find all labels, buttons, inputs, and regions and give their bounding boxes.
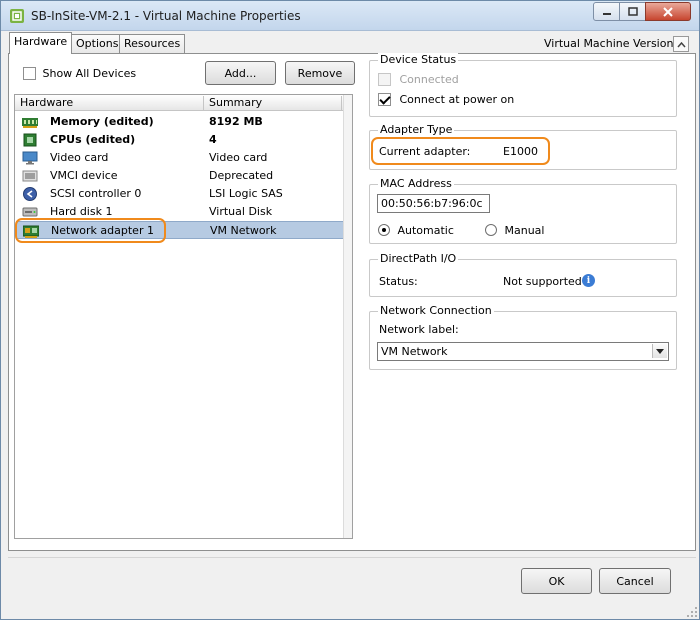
connect-at-power-on-label: Connect at power on (399, 92, 515, 106)
row-summary: Virtual Disk (209, 205, 273, 218)
row-hardware-name: SCSI controller 0 (50, 187, 142, 200)
minimize-icon (602, 12, 611, 15)
connect-at-power-on-option[interactable]: Connect at power on (378, 92, 514, 106)
network-label-value: VM Network (381, 345, 448, 358)
mac-address-title: MAC Address (378, 177, 454, 190)
resize-grip-icon[interactable] (686, 606, 698, 618)
directpath-group: DirectPath I/O Status: Not supported i (369, 252, 677, 297)
collapse-button[interactable] (673, 36, 689, 52)
mac-manual-option[interactable]: Manual (485, 223, 544, 237)
vm-version-label: Virtual Machine Version: 9 (544, 37, 688, 50)
mac-automatic-radio[interactable] (378, 224, 390, 236)
vsphere-logo-icon (10, 9, 24, 23)
row-hardware-name: Video card (50, 151, 109, 164)
cancel-button[interactable]: Cancel (599, 568, 671, 594)
network-label-select[interactable]: VM Network (377, 342, 669, 361)
memory-icon (22, 118, 38, 128)
network-connection-group: Network Connection Network label: VM Net… (369, 304, 677, 370)
table-row-video-card[interactable]: Video card Video card (16, 149, 343, 167)
monitor-icon (22, 151, 38, 165)
table-row-cpus[interactable]: CPUs (edited) 4 (16, 131, 343, 149)
window-title: SB-InSite-VM-2.1 - Virtual Machine Prope… (31, 9, 301, 23)
adapter-type-highlight (371, 137, 550, 165)
maximize-icon (627, 7, 638, 16)
tab-resources[interactable]: Resources (119, 34, 186, 53)
row-hardware-name: CPUs (edited) (50, 133, 136, 146)
vmci-device-icon (22, 170, 38, 182)
table-scrollbar[interactable] (343, 95, 352, 538)
mac-address-field[interactable]: 00:50:56:b7:96:0c (377, 194, 490, 213)
close-icon (663, 6, 673, 17)
row-summary: LSI Logic SAS (209, 187, 283, 200)
table-row-scsi-controller[interactable]: SCSI controller 0 LSI Logic SAS (16, 185, 343, 203)
chevron-down-icon (656, 348, 664, 354)
row-hardware-name: Memory (edited) (50, 115, 154, 128)
connected-option[interactable]: Connected (378, 72, 459, 86)
mac-automatic-label: Automatic (397, 223, 454, 237)
dropdown-arrow[interactable] (652, 344, 667, 358)
remove-button[interactable]: Remove (285, 61, 355, 85)
add-button[interactable]: Add... (205, 61, 276, 85)
adapter-type-title: Adapter Type (378, 123, 455, 136)
directpath-title: DirectPath I/O (378, 252, 459, 265)
device-status-group: Device Status Connected Connect at power… (369, 53, 677, 117)
hard-disk-icon (22, 207, 38, 217)
connect-at-power-on-checkbox[interactable] (378, 92, 391, 106)
scsi-controller-icon (23, 187, 37, 201)
footer-separator (8, 557, 696, 558)
mac-manual-label: Manual (504, 223, 545, 237)
maximize-button[interactable] (619, 2, 646, 21)
cpu-icon (23, 133, 37, 147)
connected-checkbox[interactable] (378, 72, 391, 86)
show-all-devices-checkbox[interactable] (23, 66, 36, 80)
network-connection-title: Network Connection (378, 304, 494, 317)
table-row-memory[interactable]: Memory (edited) 8192 MB (16, 113, 343, 131)
device-status-title: Device Status (378, 53, 459, 66)
column-header-summary[interactable]: Summary (204, 96, 342, 111)
directpath-status-value: Not supported (503, 275, 582, 288)
close-button[interactable] (645, 2, 691, 21)
tab-options[interactable]: Options (71, 34, 124, 53)
tab-hardware[interactable]: Hardware (9, 32, 73, 54)
row-summary: Deprecated (209, 169, 274, 182)
mac-address-group: MAC Address 00:50:56:b7:96:0c Automatic … (369, 177, 677, 244)
ok-button[interactable]: OK (521, 568, 592, 594)
row-summary: 4 (209, 133, 217, 146)
mac-manual-radio[interactable] (485, 224, 497, 236)
hardware-table: Hardware Summary Memory (edited) 8192 MB… (14, 94, 353, 539)
properties-window: SB-InSite-VM-2.1 - Virtual Machine Prope… (0, 0, 700, 620)
row-summary: VM Network (210, 224, 277, 237)
minimize-button[interactable] (593, 2, 620, 21)
chevron-up-icon (676, 41, 686, 47)
column-header-hardware[interactable]: Hardware (15, 96, 204, 111)
mac-automatic-option[interactable]: Automatic (378, 223, 454, 237)
directpath-status-label: Status: (379, 275, 418, 288)
network-adapter-highlight (15, 218, 166, 243)
row-hardware-name: Hard disk 1 (50, 205, 113, 218)
network-label-caption: Network label: (379, 323, 459, 336)
row-summary: Video card (209, 151, 268, 164)
connected-label: Connected (399, 72, 459, 86)
row-summary: 8192 MB (209, 115, 263, 128)
table-row-vmci-device[interactable]: VMCI device Deprecated (16, 167, 343, 185)
show-all-devices[interactable]: Show All Devices (23, 66, 136, 80)
title-bar: SB-InSite-VM-2.1 - Virtual Machine Prope… (1, 1, 699, 31)
show-all-devices-label: Show All Devices (42, 66, 137, 80)
row-hardware-name: VMCI device (50, 169, 118, 182)
table-header: Hardware Summary (15, 95, 352, 111)
info-icon[interactable]: i (582, 274, 595, 287)
